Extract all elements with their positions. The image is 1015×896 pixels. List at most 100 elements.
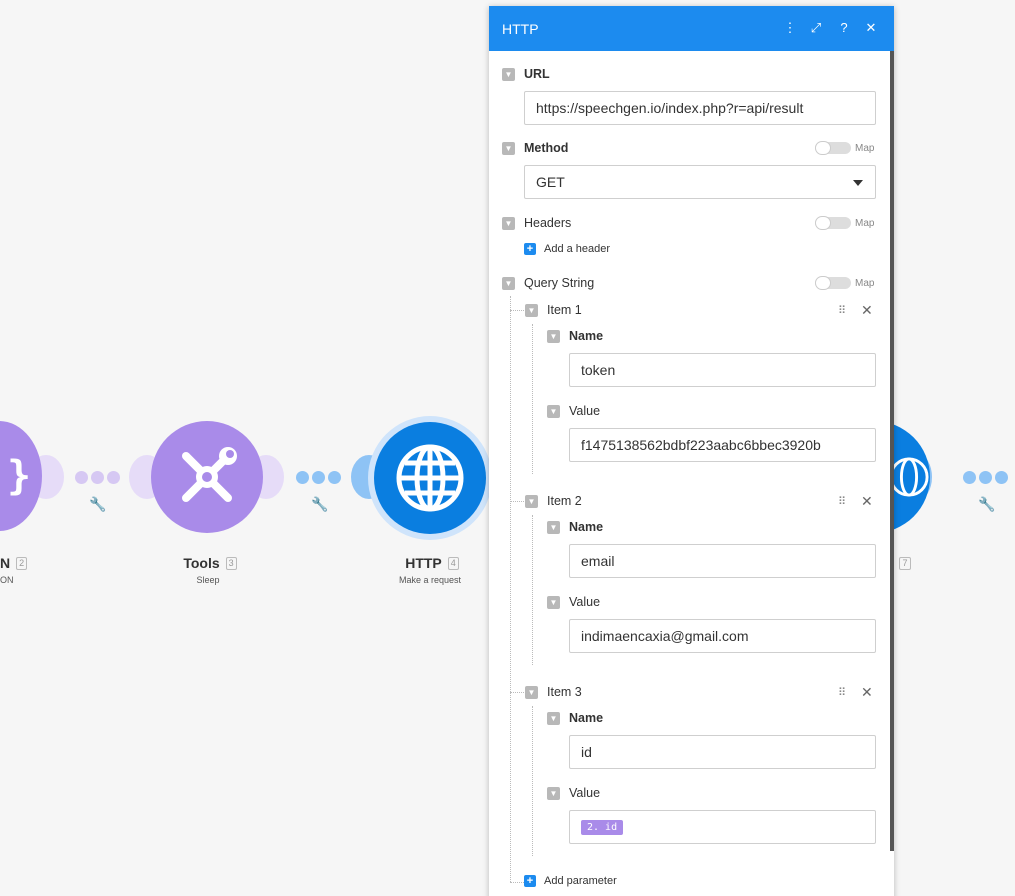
item-3-value-row: ▼ Value [547,786,600,800]
module-title: HTTP 4 [390,555,474,571]
plus-icon: + [524,875,536,887]
collapse-chevron-icon[interactable]: ▼ [547,520,560,534]
tree-line [532,515,533,665]
module-badge: 7 [895,555,915,571]
method-select[interactable]: GET [524,165,876,199]
query-label: Query String [524,276,595,290]
drag-handle-icon[interactable]: ⠿ [838,686,846,699]
item-2-value-row: ▼ Value [547,595,600,609]
method-label: Method [524,141,569,155]
item-label: Item 2 [547,494,582,508]
collapse-chevron-icon[interactable]: ▼ [502,141,515,155]
module-title: N2 [0,555,30,571]
tree-line [510,692,524,693]
collapse-chevron-icon[interactable]: ▼ [547,404,560,418]
route-settings-icon[interactable]: 🔧 [89,496,106,513]
route-dot [312,471,325,484]
wrench-screwdriver-icon [182,447,237,502]
tree-line [510,882,524,883]
tree-line [510,501,524,502]
headers-section: ▼ Headers [502,216,571,230]
panel-header: HTTP ⋮ ⤢ ? ✕ [489,6,894,51]
collapse-chevron-icon[interactable]: ▼ [525,685,538,699]
query-item-2: ▼ Item 2 [525,494,582,508]
expand-icon[interactable]: ⤢ [808,19,824,37]
route-dot [296,471,309,484]
remove-item-icon[interactable]: ✕ [861,493,873,510]
query-section: ▼ Query String [502,276,594,290]
panel-scrollbar[interactable] [890,51,894,851]
route-settings-icon[interactable]: 🔧 [978,496,995,513]
item-2-name-input[interactable]: email [569,544,876,578]
module-http[interactable] [368,416,492,540]
url-section: ▼ URL [502,67,550,81]
plus-icon: + [524,243,536,255]
item-1-name-input[interactable]: token [569,353,876,387]
route-dot [328,471,341,484]
globe-icon [396,444,464,512]
route-dot [91,471,104,484]
collapse-chevron-icon[interactable]: ▼ [547,786,560,800]
item-2-name-row: ▼ Name [547,520,603,534]
collapse-chevron-icon[interactable]: ▼ [547,329,560,343]
close-icon[interactable]: ✕ [863,19,879,37]
headers-map-toggle[interactable]: Map [815,216,874,230]
item-3-value-input[interactable]: 2. id [569,810,876,844]
drag-handle-icon[interactable]: ⠿ [838,495,846,508]
query-map-toggle[interactable]: Map [815,276,874,290]
item-2-value-input[interactable]: indimaencaxia@gmail.com [569,619,876,653]
item-1-name-row: ▼ Name [547,329,603,343]
route-dot [75,471,88,484]
remove-item-icon[interactable]: ✕ [861,684,873,701]
headers-label: Headers [524,216,572,230]
more-icon[interactable]: ⋮ [782,19,798,37]
item-label: Item 3 [547,685,582,699]
module-title: Tools 3 [170,555,250,571]
item-3-name-input[interactable]: id [569,735,876,769]
tree-line [510,310,524,311]
collapse-chevron-icon[interactable]: ▼ [547,595,560,609]
route-dot [963,471,976,484]
item-1-value-input[interactable]: f1475138562bdbf223aabc6bbec3920b [569,428,876,462]
collapse-chevron-icon[interactable]: ▼ [525,303,538,317]
route-dot [979,471,992,484]
route-dot [995,471,1008,484]
module-http-inner [374,422,486,534]
item-1-value-row: ▼ Value [547,404,600,418]
collapse-chevron-icon[interactable]: ▼ [547,711,560,725]
panel-title: HTTP [502,20,539,37]
module-subtitle: Sleep [196,575,220,585]
query-item-3: ▼ Item 3 [525,685,582,699]
tree-line [510,296,511,882]
module-json[interactable]: } [0,421,42,531]
mapped-variable-pill[interactable]: 2. id [581,819,624,835]
item-3-name-row: ▼ Name [547,711,603,725]
chevron-down-icon [853,180,863,186]
url-input[interactable]: https://speechgen.io/index.php?r=api/res… [524,91,876,125]
collapse-chevron-icon[interactable]: ▼ [502,67,515,81]
method-select-value: GET [536,174,565,190]
module-tools[interactable] [151,421,263,533]
item-label: Item 1 [547,303,582,317]
globe-icon [889,457,929,497]
route-settings-icon[interactable]: 🔧 [311,496,328,513]
help-icon[interactable]: ? [836,19,852,37]
module-subtitle: Make a request [398,575,462,585]
collapse-chevron-icon[interactable]: ▼ [525,494,538,508]
module-settings-panel: HTTP ⋮ ⤢ ? ✕ ▼ URL https://speechgen.io/… [489,6,894,896]
method-map-toggle[interactable]: Map [815,141,874,155]
add-parameter-button[interactable]: + Add parameter [524,875,617,887]
query-item-1: ▼ Item 1 [525,303,582,317]
drag-handle-icon[interactable]: ⠿ [838,304,846,317]
remove-item-icon[interactable]: ✕ [861,302,873,319]
collapse-chevron-icon[interactable]: ▼ [502,276,515,290]
tree-line [532,324,533,474]
collapse-chevron-icon[interactable]: ▼ [502,216,515,230]
tree-line [532,706,533,856]
method-section: ▼ Method [502,141,568,155]
json-icon: } [6,453,32,499]
module-subtitle: ON [0,575,14,585]
route-dot [107,471,120,484]
add-header-button[interactable]: + Add a header [524,243,610,255]
url-label: URL [524,67,550,81]
